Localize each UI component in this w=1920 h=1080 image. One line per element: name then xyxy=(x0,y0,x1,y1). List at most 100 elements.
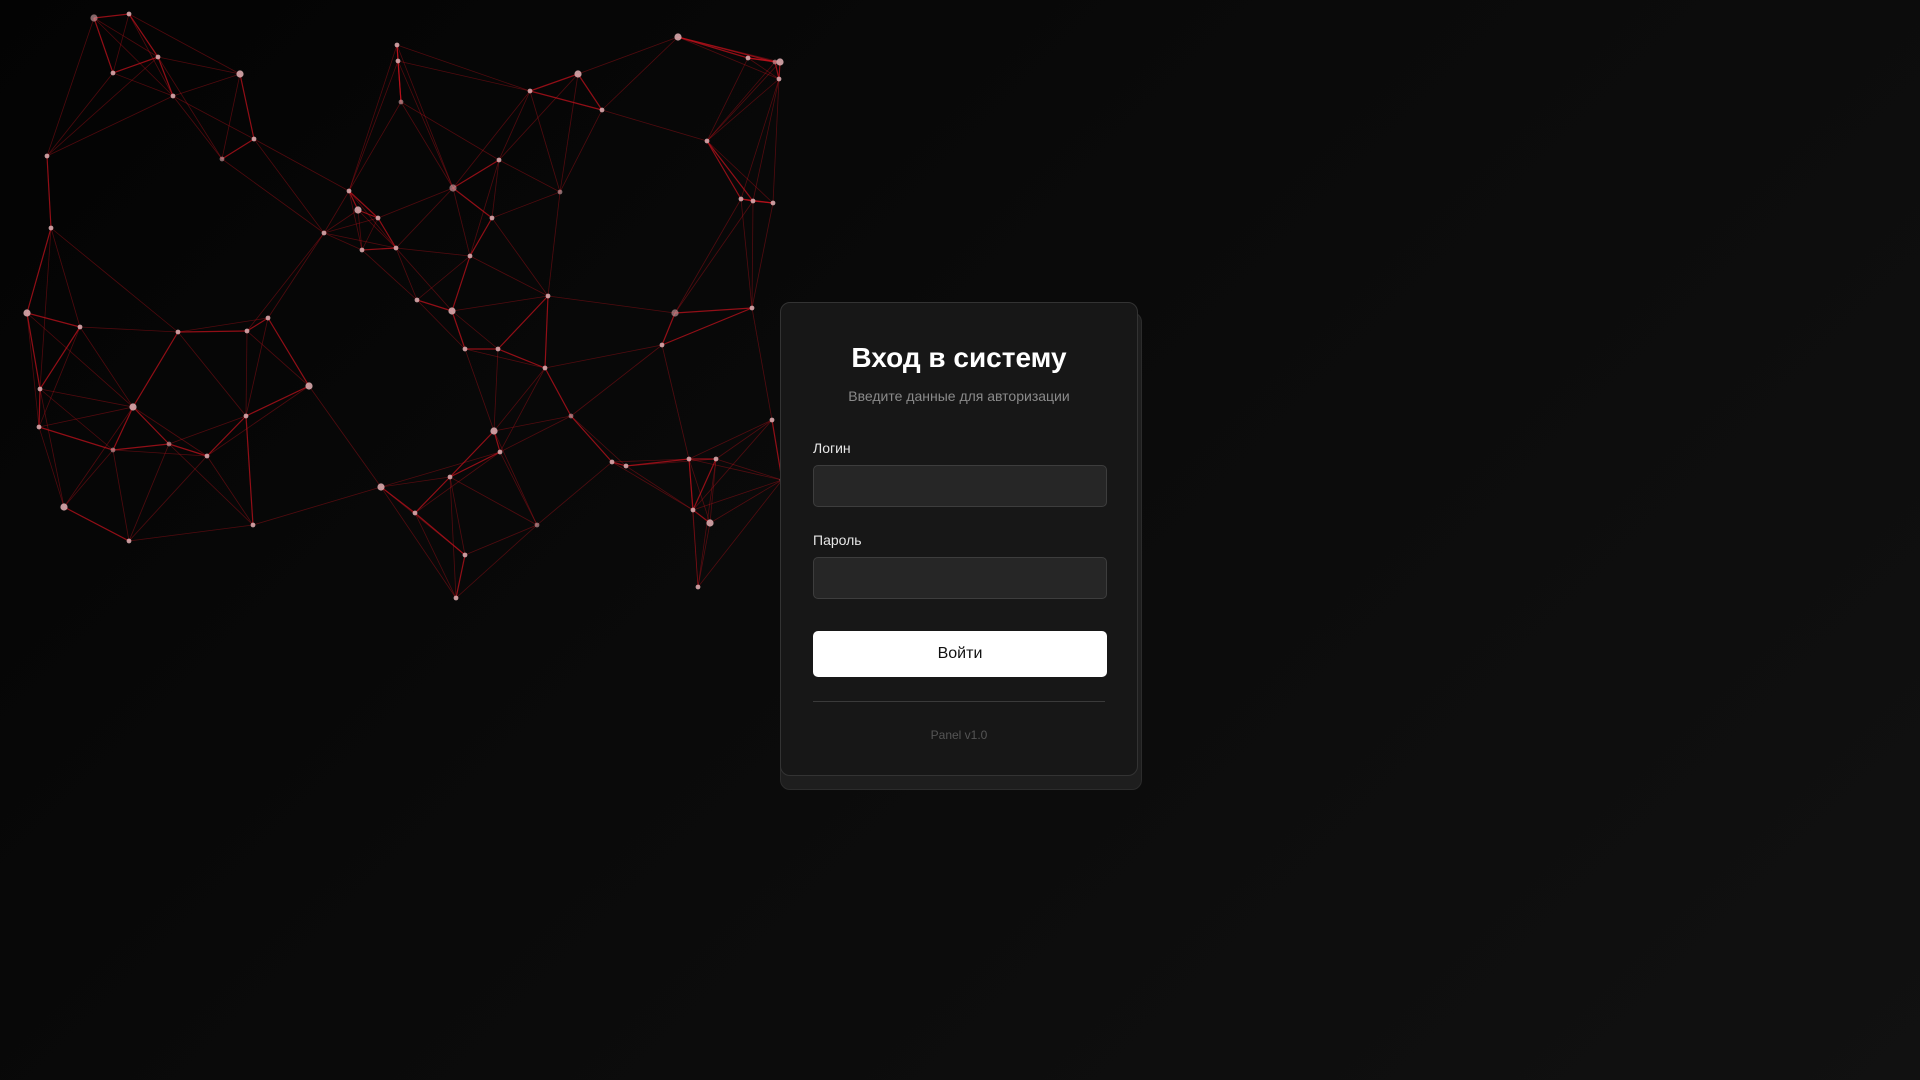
network-link xyxy=(449,476,538,526)
network-node xyxy=(36,424,42,430)
network-link xyxy=(577,36,679,75)
network-node xyxy=(467,253,473,259)
network-link xyxy=(455,524,538,599)
network-link xyxy=(601,36,679,111)
network-link xyxy=(498,90,531,161)
network-link xyxy=(400,101,500,161)
network-link xyxy=(706,61,776,142)
network-node xyxy=(623,463,629,469)
network-link xyxy=(709,458,717,524)
network-node xyxy=(110,447,116,453)
network-node xyxy=(265,315,271,321)
network-link xyxy=(177,331,247,417)
network-node xyxy=(250,522,256,528)
network-link xyxy=(112,406,134,451)
network-link xyxy=(449,476,457,599)
network-link xyxy=(361,217,379,251)
network-node xyxy=(377,483,385,491)
network-link xyxy=(38,406,134,428)
network-link xyxy=(177,330,248,333)
network-link xyxy=(168,415,247,445)
network-node xyxy=(462,552,468,558)
network-node xyxy=(659,342,665,348)
login-button[interactable]: Войти xyxy=(813,631,1107,677)
network-link xyxy=(172,95,255,140)
network-node xyxy=(447,474,453,480)
network-node xyxy=(776,58,784,66)
network-link xyxy=(498,159,561,193)
network-node xyxy=(126,11,132,17)
network-link xyxy=(397,60,531,92)
network-node xyxy=(674,33,682,41)
network-node xyxy=(393,245,399,251)
network-link xyxy=(751,200,754,309)
network-link xyxy=(46,95,174,157)
network-link xyxy=(414,512,457,599)
network-node xyxy=(398,99,404,105)
network-node xyxy=(609,459,615,465)
network-link xyxy=(493,348,499,432)
network-node xyxy=(750,198,756,204)
network-node xyxy=(489,215,495,221)
network-link xyxy=(128,524,254,542)
network-node xyxy=(690,507,696,513)
network-link xyxy=(570,415,627,467)
username-input[interactable] xyxy=(813,465,1107,507)
network-link xyxy=(625,465,694,511)
network-link xyxy=(706,61,781,142)
network-node xyxy=(527,88,533,94)
network-link xyxy=(529,73,579,92)
network-link xyxy=(706,140,774,204)
network-link xyxy=(397,60,454,189)
network-link xyxy=(206,455,254,526)
network-link xyxy=(497,295,549,350)
network-link xyxy=(39,227,52,390)
network-link xyxy=(246,232,325,332)
network-link xyxy=(46,72,114,157)
network-link xyxy=(752,78,780,202)
network-link xyxy=(38,388,41,428)
network-link xyxy=(395,247,418,301)
network-node xyxy=(497,449,503,455)
network-link xyxy=(674,198,742,314)
network-node xyxy=(545,293,551,299)
network-link xyxy=(267,317,310,387)
network-link xyxy=(172,95,223,160)
network-link xyxy=(245,330,248,417)
network-node xyxy=(359,247,365,253)
network-link xyxy=(469,255,549,297)
network-link xyxy=(128,13,159,58)
network-link xyxy=(239,73,255,140)
network-link xyxy=(601,109,708,142)
network-link xyxy=(529,90,561,193)
network-link xyxy=(357,209,397,249)
network-link xyxy=(661,344,690,460)
network-link xyxy=(380,486,416,514)
network-link xyxy=(715,458,783,481)
network-link xyxy=(157,56,241,75)
network-link xyxy=(715,419,773,460)
login-card: Вход в систему Введите данные для автори… xyxy=(780,302,1138,776)
network-link xyxy=(172,73,241,97)
network-link xyxy=(206,415,247,457)
network-link xyxy=(221,158,325,234)
network-link xyxy=(706,78,780,142)
network-node xyxy=(354,206,362,214)
network-link xyxy=(323,232,363,251)
network-link xyxy=(493,415,572,432)
network-link xyxy=(252,486,382,526)
network-node xyxy=(534,522,540,528)
network-node xyxy=(170,93,176,99)
network-link xyxy=(348,190,363,251)
page-subtitle: Введите данные для авторизации xyxy=(848,388,1070,404)
password-input[interactable] xyxy=(813,557,1107,599)
network-link xyxy=(570,344,663,417)
network-node xyxy=(305,382,313,390)
network-link xyxy=(740,78,780,200)
network-link xyxy=(112,449,130,542)
network-node xyxy=(448,307,456,315)
network-link xyxy=(132,406,208,457)
network-link xyxy=(380,486,457,599)
network-link xyxy=(380,476,451,488)
network-link xyxy=(46,155,52,229)
